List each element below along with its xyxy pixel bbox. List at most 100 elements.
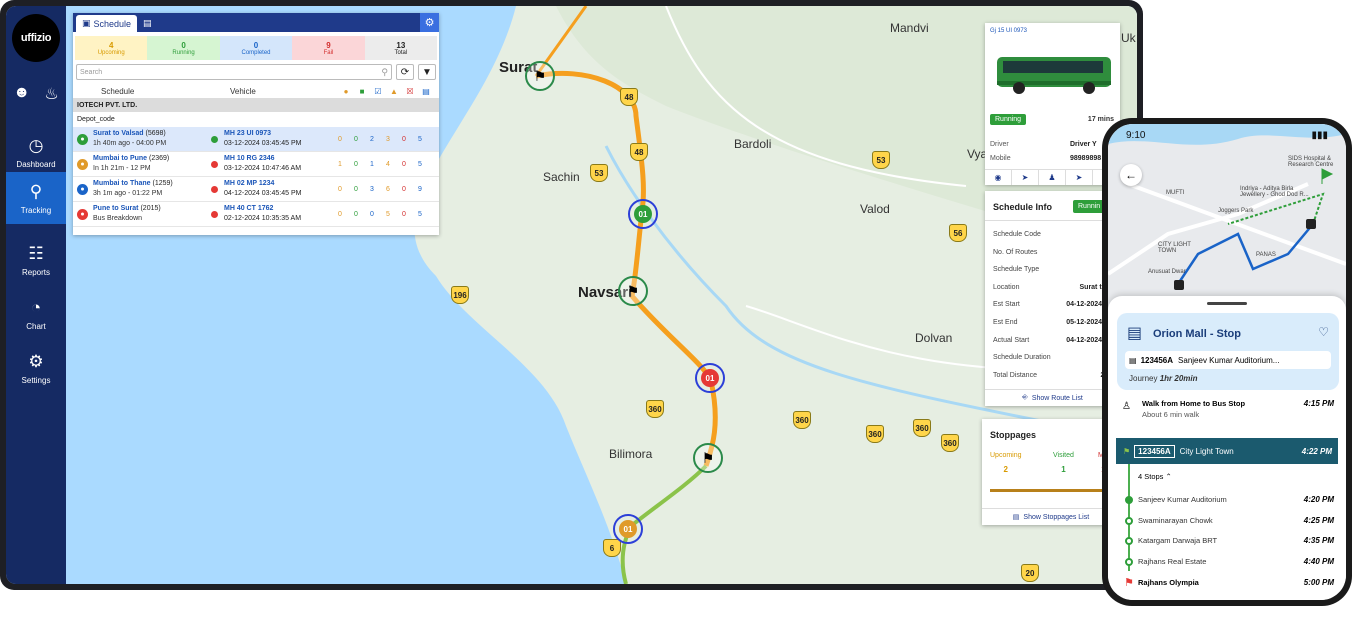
city-label: Mandvi — [890, 21, 929, 35]
show-stoppages-list-button[interactable]: ▤ Show Stoppages List — [982, 508, 1120, 525]
sheet-handle[interactable] — [1207, 302, 1247, 305]
tab-schedule[interactable]: ▣ Schedule — [76, 15, 138, 32]
city-label: Uk — [1121, 31, 1136, 45]
navigate-icon[interactable]: ➤ — [1066, 170, 1093, 185]
status-badge: Runnin — [1073, 200, 1106, 213]
search-row: Search ⚲ ⟳ ▼ — [76, 64, 436, 80]
schedule-cell: Pune to Surat (2015) Bus Breakdown — [93, 204, 211, 224]
company-row: IOTECH PVT. LTD. — [73, 98, 439, 112]
route-destination: Sanjeev Kumar Auditorium... — [1178, 355, 1280, 365]
stop-dot — [1125, 496, 1133, 504]
lock-icon: ■ — [359, 86, 365, 96]
tab-vehicle[interactable]: ▤ — [137, 15, 158, 32]
vehicle-number[interactable]: MH 23 UI 0973 — [224, 129, 332, 139]
tab-schedule-label: Schedule — [93, 18, 132, 29]
stoppages-panel: Stoppages Upcoming 2 Visited 1 Mis 1 ▤ — [982, 419, 1120, 525]
stoppage-progress — [990, 489, 1115, 492]
person-icon[interactable]: ♟ — [1039, 170, 1066, 185]
stat-completed[interactable]: 0 Completed — [219, 36, 293, 60]
current-stop-row[interactable]: ⚑ 123456A City Light Town 4:22 PM — [1116, 438, 1338, 464]
search-icon[interactable]: ⚲ — [381, 67, 388, 78]
stat-label: Running — [172, 49, 195, 56]
vehicle-cell: MH 40 CT 1762 02-12-2024 10:35:35 AM — [224, 204, 332, 224]
route-number: 123456A — [1134, 444, 1175, 458]
route-row[interactable]: ▤ 123456A Sanjeev Kumar Auditorium... — [1125, 351, 1331, 369]
route-count: (1259) — [152, 180, 173, 187]
filter-button[interactable]: ▼ — [418, 64, 436, 80]
refresh-icon: ⟳ — [400, 66, 410, 78]
stat-total[interactable]: 13 Total — [364, 36, 438, 60]
user-icon[interactable]: ☻ — [13, 84, 30, 104]
phone-time: 9:10 — [1126, 129, 1146, 141]
highway-shield: 6 — [603, 539, 621, 557]
nav-chart[interactable]: ◔ Chart — [6, 288, 66, 340]
route-name: Pune to Surat — [93, 205, 139, 212]
nav-tracking-label: Tracking — [20, 205, 52, 215]
start-flag-icon[interactable]: ⚑ — [525, 61, 555, 91]
highway-shield: 196 — [451, 286, 469, 304]
bus-marker-dot: 01 — [619, 520, 637, 538]
checkpoint-flag-icon[interactable]: ⚑ — [693, 443, 723, 473]
table-row[interactable]: ● Pune to Surat (2015) Bus Breakdown MH 40 … — [73, 202, 439, 227]
highway-shield: 360 — [866, 425, 884, 443]
nav-dashboard[interactable]: ◷ Dashboard — [6, 126, 66, 178]
gear-icon[interactable]: ⚙ — [420, 13, 439, 32]
heart-icon[interactable]: ♡ — [1318, 325, 1329, 339]
checkpoint-flag-icon[interactable]: ⚑ — [618, 276, 648, 306]
stoppage-value: 1 — [1061, 465, 1066, 474]
bus-icon: ▤ — [1129, 355, 1137, 365]
nav-settings-label: Settings — [21, 375, 51, 385]
list-item[interactable]: Katargam Darwaja BRT 4:35 PM — [1138, 536, 1338, 545]
nav-settings[interactable]: ⚙ Settings — [6, 342, 66, 394]
stat-upcoming[interactable]: 4 Upcoming — [75, 36, 148, 60]
stat-fail[interactable]: 9 Fail — [292, 36, 365, 60]
count-cell: 0 — [338, 210, 342, 218]
info-label: Location — [993, 283, 1020, 291]
count-cell: 0 — [354, 135, 358, 143]
walk-icon: ♙ — [1122, 401, 1131, 412]
count-cell: 9 — [418, 185, 422, 193]
bell-icon[interactable]: ♨ — [44, 84, 58, 104]
refresh-button[interactable]: ⟳ — [396, 64, 414, 80]
table-row[interactable]: ● Surat to Valsad (5698) 1h 40m ago - 04:0… — [73, 127, 439, 152]
count-cell: 2 — [370, 135, 374, 143]
route-sub: 1h 40m ago - 04:00 PM — [93, 140, 167, 147]
list-item[interactable]: Swaminarayan Chowk 4:25 PM — [1138, 516, 1338, 525]
highway-shield: 360 — [646, 400, 664, 418]
highway-shield: 360 — [941, 434, 959, 452]
share-icon[interactable]: ➤ — [1012, 170, 1039, 185]
bus-marker[interactable]: 01 — [613, 514, 643, 544]
flag-marker — [1321, 168, 1334, 184]
search-input[interactable]: Search ⚲ — [76, 64, 392, 80]
nav-tracking[interactable]: ⚲ Tracking — [6, 172, 66, 224]
list-item[interactable]: Rajhans Real Estate 4:40 PM — [1138, 557, 1338, 566]
bus-marker[interactable]: 01 — [695, 363, 725, 393]
laptop-frame: uffizio ☻ ♨ ◷ Dashboard ⚲ Tracking ☷ Rep… — [0, 0, 1143, 590]
count-cell: 5 — [418, 160, 422, 168]
stop-title: Orion Mall - Stop — [1153, 328, 1241, 340]
show-route-list-button[interactable]: ⎆ Show Route List — [985, 389, 1120, 406]
back-arrow-icon[interactable]: ← — [1120, 164, 1142, 186]
nav-reports[interactable]: ☷ Reports — [6, 234, 66, 286]
schedule-cell: Surat to Valsad (5698) 1h 40m ago - 04:00… — [93, 129, 211, 149]
bus-total-icon: ▤ — [422, 86, 430, 96]
vehicle-time: 04-12-2024 03:45:45 PM — [224, 190, 302, 197]
table-row[interactable]: ● Mumbai to Thane (1259) 3h 1m ago - 01:22… — [73, 177, 439, 202]
schedule-tabs: ▣ Schedule ▤ ⚙ — [73, 13, 439, 32]
bus-image — [997, 57, 1111, 94]
vehicle-number[interactable]: MH 10 RG 2346 — [224, 154, 332, 164]
upcoming-icon: ● — [343, 86, 349, 96]
phone-map[interactable]: 9:10 ▮▮▮ ← MUFTI Indriya - Aditya Birla … — [1108, 124, 1346, 310]
list-item[interactable]: Sanjeev Kumar Auditorium 4:20 PM — [1138, 495, 1338, 504]
stat-running[interactable]: 0 Running — [147, 36, 220, 60]
stops-toggle[interactable]: 4 Stops ⌃ — [1138, 472, 1338, 481]
table-row[interactable]: ● Mumbai to Pune (2369) In 1h 21m - 12 PM M… — [73, 152, 439, 177]
eye-icon[interactable]: ◉ — [985, 170, 1012, 185]
map-label: Indriya - Aditya Birla Jewellery - Ghod … — [1240, 186, 1309, 198]
stats-bar: 4 Upcoming 0 Running 0 Completed 9 Fail — [75, 36, 438, 60]
count-cell: 0 — [402, 160, 406, 168]
vehicle-number[interactable]: MH 40 CT 1762 — [224, 204, 332, 214]
settings-icon: ⚙ — [28, 351, 44, 371]
bus-marker[interactable]: 01 — [628, 199, 658, 229]
vehicle-number[interactable]: MH 02 MP 1234 — [224, 179, 332, 189]
